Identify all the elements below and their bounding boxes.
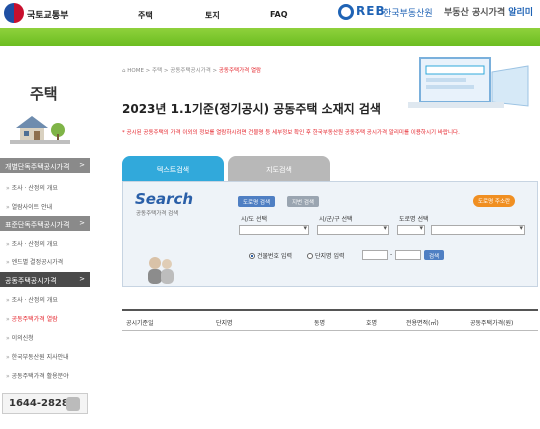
road-initial-select[interactable] [397, 224, 425, 235]
home-icon[interactable]: ⌂ [122, 68, 126, 74]
top-header: 국토교통부 주택 토지 FAQ REB 한국부동산원 부동산 공시가격 알리미 [0, 0, 540, 28]
submenu-item[interactable]: 한국부동산원 지사안내 [6, 352, 69, 361]
notice-text: * 공시된 공동주택의 가격 이외의 정보를 열람하시려면 건물명 등 세부정보… [122, 130, 460, 136]
breadcrumb-item[interactable]: 공동주택공시가격 [170, 68, 210, 74]
service-name[interactable]: 부동산 공시가격 알리미 [444, 5, 533, 18]
ministry-name[interactable]: 국토교통부 [27, 8, 68, 21]
service-highlight: 알리미 [508, 8, 534, 18]
radio-complex-name[interactable]: 단지명 입력 [307, 251, 345, 260]
col-area: 전용면적(㎡) [406, 320, 439, 327]
nav-faq[interactable]: FAQ [270, 10, 288, 19]
road-address-help-button[interactable]: 도로명 주소란 [473, 195, 516, 207]
tab-text-search[interactable]: 텍스트검색 [122, 156, 224, 181]
col-base-date: 공시기준일 [126, 320, 154, 327]
breadcrumb-item[interactable]: 주택 [152, 68, 162, 74]
building-number-sub-input[interactable] [395, 250, 421, 260]
search-heading: Search [135, 190, 194, 208]
search-illustration-icon [408, 57, 529, 108]
menu-label: 공동주택공시가격 [5, 277, 57, 285]
left-sidebar: 주택 개별단독주택공시가격 > 조사 · 산정의 개요 열람사이트 안내 표준단… [0, 46, 96, 429]
submenu-item[interactable]: 엔드별 결정공시가격 [6, 257, 64, 266]
reb-korean-name[interactable]: 한국부동산원 [383, 6, 433, 19]
lot-number-search-button[interactable]: 지번 검색 [287, 196, 319, 207]
radio-label: 단지명 입력 [315, 253, 345, 260]
nav-land[interactable]: 토지 [205, 10, 220, 21]
people-illustration-icon [148, 257, 174, 284]
sigungu-label: 시/군/구 선택 [319, 216, 353, 223]
menu-individual-house[interactable]: 개별단독주택공시가격 > [0, 158, 90, 173]
results-table-header: 공시기준일 단지명 동명 호명 전용면적(㎡) 공동주택가격(원) [122, 309, 538, 331]
sido-select[interactable] [239, 224, 309, 235]
col-complex-name: 단지명 [216, 320, 233, 327]
dash-separator: - [390, 251, 393, 258]
submenu-item[interactable]: 조사 · 산정의 개요 [6, 183, 58, 192]
breadcrumb-item[interactable]: HOME [127, 68, 144, 74]
radio-checked-icon [249, 253, 255, 259]
radio-building-number[interactable]: 건물번호 입력 [249, 251, 292, 260]
radio-unchecked-icon [307, 253, 313, 259]
road-name-search-button[interactable]: 도로명 검색 [238, 196, 276, 207]
reb-logo-icon[interactable] [338, 4, 354, 20]
sidebar-title: 주택 [30, 85, 58, 103]
green-banner [0, 28, 540, 46]
reb-logo-text[interactable]: REB [356, 4, 386, 18]
sido-label: 시/도 선택 [241, 216, 268, 223]
chevron-right-icon: > [79, 275, 85, 283]
submenu-item[interactable]: 조사 · 산정의 개요 [6, 295, 58, 304]
search-subtitle: 공동주택가격 검색 [136, 211, 179, 217]
submenu-item-active[interactable]: 공동주택가격 열람 [6, 314, 58, 323]
search-submit-button[interactable]: 검색 [424, 250, 445, 260]
submenu-item[interactable]: 열람사이트 안내 [6, 202, 53, 211]
service-prefix: 부동산 공시가격 [444, 8, 506, 18]
menu-label: 표준단독주택공시가격 [5, 221, 70, 229]
col-unit: 호명 [366, 320, 378, 327]
nav-housing[interactable]: 주택 [138, 10, 153, 21]
breadcrumb-current: 공동주택가격 열람 [218, 68, 262, 74]
menu-label: 개별단독주택공시가격 [5, 163, 70, 171]
road-label: 도로명 선택 [399, 216, 429, 223]
page-title: 2023년 1.1기준(정기공시) 공동주택 소재지 검색 [122, 102, 381, 116]
col-price: 공동주택가격(원) [470, 320, 514, 327]
submenu-item[interactable]: 조사 · 산정의 개요 [6, 239, 58, 248]
house-illustration-icon [10, 116, 70, 144]
road-name-select[interactable] [431, 224, 525, 235]
sigungu-select[interactable] [317, 224, 389, 235]
government-emblem-icon[interactable] [4, 3, 24, 23]
chevron-right-icon: > [79, 219, 85, 227]
submenu-item[interactable]: 이의신청 [6, 333, 34, 342]
search-panel: Search 공동주택가격 검색 도로명 검색 지번 검색 도로명 주소란 시/… [122, 181, 538, 287]
chevron-right-icon: > [79, 161, 85, 169]
radio-label: 건물번호 입력 [257, 253, 293, 260]
building-number-main-input[interactable] [362, 250, 388, 260]
phone-icon [66, 397, 80, 411]
col-building: 동명 [314, 320, 326, 327]
submenu-item[interactable]: 공동주택가격 활용분야 [6, 371, 69, 380]
tab-map-search[interactable]: 지도검색 [228, 156, 330, 181]
menu-apartment[interactable]: 공동주택공시가격 > [0, 272, 90, 287]
menu-standard-house[interactable]: 표준단독주택공시가격 > [0, 216, 90, 231]
breadcrumb: ⌂ HOME > 주택 > 공동주택공시가격 > 공동주택가격 열람 [122, 68, 262, 74]
